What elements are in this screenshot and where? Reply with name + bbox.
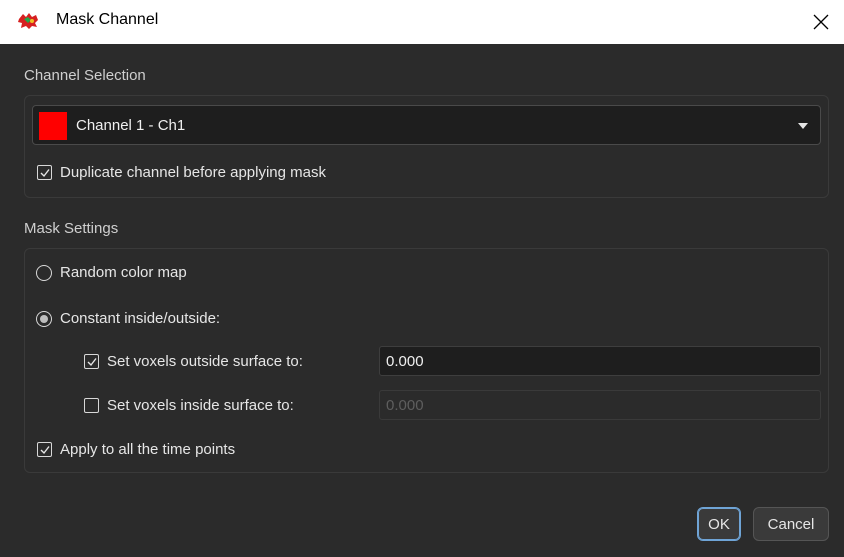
inside-surface-label: Set voxels inside surface to:	[107, 397, 294, 414]
close-icon[interactable]	[813, 14, 829, 30]
constant-inside-outside-label: Constant inside/outside:	[60, 310, 221, 327]
inside-surface-checkbox[interactable]	[84, 398, 99, 413]
channel-selection-heading: Channel Selection	[24, 67, 146, 84]
apply-all-time-points-label: Apply to all the time points	[60, 441, 236, 458]
apply-all-time-points-checkbox-row[interactable]: Apply to all the time points	[37, 441, 235, 458]
cancel-button[interactable]: Cancel	[753, 507, 829, 541]
duplicate-channel-checkbox-row[interactable]: Duplicate channel before applying mask	[37, 164, 326, 181]
inside-surface-checkbox-row[interactable]: Set voxels inside surface to:	[84, 397, 294, 414]
checkmark-icon	[40, 446, 50, 455]
inside-surface-value-input[interactable]	[379, 390, 821, 420]
checkmark-icon	[40, 169, 50, 178]
random-color-map-label: Random color map	[60, 264, 187, 281]
duplicate-channel-checkbox[interactable]	[37, 165, 52, 180]
window-title: Mask Channel	[56, 11, 159, 28]
apply-all-time-points-checkbox[interactable]	[37, 442, 52, 457]
channel-select[interactable]: Channel 1 - Ch1	[32, 105, 821, 145]
random-color-map-option[interactable]: Random color map	[36, 264, 187, 281]
title-bar: Mask Channel	[0, 0, 844, 44]
duplicate-channel-label: Duplicate channel before applying mask	[60, 164, 326, 181]
channel-color-swatch	[39, 112, 67, 140]
outside-surface-checkbox-row[interactable]: Set voxels outside surface to:	[84, 353, 303, 370]
channel-select-value: Channel 1 - Ch1	[76, 117, 186, 134]
radio-selected-dot	[40, 314, 48, 323]
outside-surface-label: Set voxels outside surface to:	[107, 353, 303, 370]
outside-surface-checkbox[interactable]	[84, 354, 99, 369]
mask-settings-heading: Mask Settings	[24, 220, 119, 237]
checkmark-icon	[87, 358, 97, 367]
close-button[interactable]	[798, 0, 844, 44]
constant-inside-outside-option[interactable]: Constant inside/outside:	[36, 310, 220, 327]
ok-button[interactable]: OK	[697, 507, 741, 541]
constant-inside-outside-radio[interactable]	[36, 310, 52, 327]
random-color-map-radio[interactable]	[36, 264, 52, 281]
chevron-down-icon[interactable]	[798, 123, 808, 129]
app-logo-icon	[16, 11, 40, 31]
outside-surface-value-input[interactable]	[379, 346, 821, 376]
